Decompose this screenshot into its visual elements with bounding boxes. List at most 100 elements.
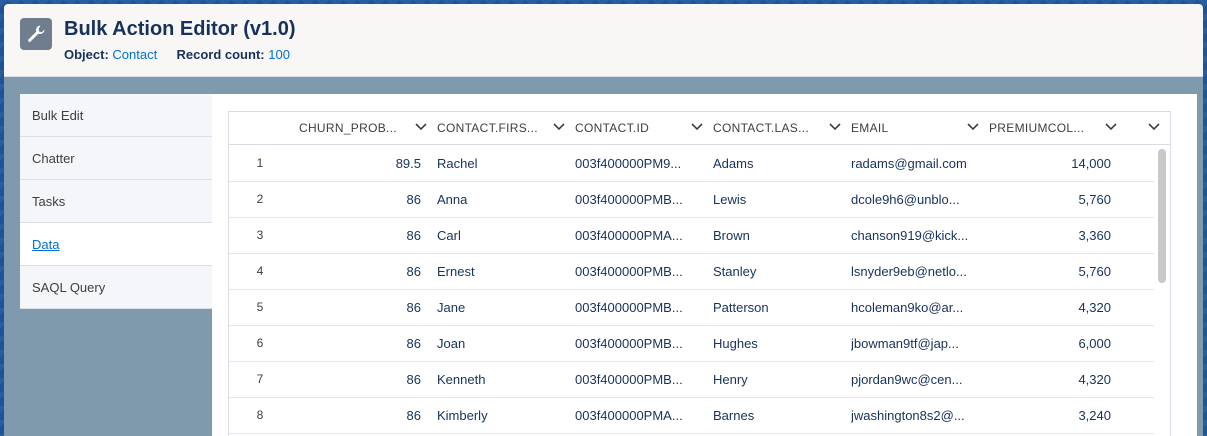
chevron-down-icon[interactable] [553, 123, 565, 131]
email-cell[interactable]: jbowman9tf@jap... [851, 325, 981, 361]
last-name-cell[interactable]: Henry [713, 361, 843, 397]
column-header-premium[interactable]: PREMIUMCOL... [989, 112, 1127, 144]
first-name-cell[interactable]: Ernest [437, 253, 567, 289]
row-index: 2 [256, 192, 264, 206]
record-count-label: Record count: [176, 47, 265, 62]
email-cell[interactable]: pjordan9wc@cen... [851, 361, 981, 397]
row-index: 4 [256, 264, 264, 278]
last-name-cell[interactable]: Barnes [713, 397, 843, 433]
sidebar-item-tasks[interactable]: Tasks [20, 180, 212, 223]
last-name-cell[interactable]: Stanley [713, 253, 843, 289]
row-index: 8 [256, 408, 264, 422]
churn-prob-cell[interactable]: 86 [299, 325, 421, 361]
last-name-cell[interactable]: Hughes [713, 325, 843, 361]
first-name-cell[interactable]: Anna [437, 181, 567, 217]
churn-prob-cell[interactable]: 86 [299, 253, 421, 289]
table-row[interactable]: 1 89.5 Rachel 003f400000PM9... Adams radams@g… [229, 145, 1154, 182]
page-header: Bulk Action Editor (v1.0) Object: Contac… [4, 4, 1203, 77]
chevron-down-icon[interactable] [691, 123, 703, 131]
table-row[interactable]: 4 86 Ernest 003f400000PMB... Stanley lsnyder9… [229, 253, 1154, 290]
sidebar-item-chatter[interactable]: Chatter [20, 137, 212, 180]
churn-prob-cell[interactable]: 86 [299, 397, 421, 433]
last-name-cell[interactable]: Patterson [713, 289, 843, 325]
column-header-churn[interactable]: CHURN_PROB... [299, 112, 437, 144]
first-name-cell[interactable]: Joan [437, 325, 567, 361]
contact-id-cell[interactable]: 003f400000PM9... [575, 145, 705, 181]
column-header-overflow[interactable] [1127, 112, 1170, 144]
table-row[interactable]: 7 86 Kenneth 003f400000PMB... Henry pjordan9w… [229, 361, 1154, 398]
email-cell[interactable]: dcole9h6@unblo... [851, 181, 981, 217]
last-name-cell[interactable]: Brown [713, 217, 843, 253]
content-panel: CHURN_PROB... CONTACT.FIRS... CONTACT.ID… [212, 94, 1197, 436]
contact-id-cell[interactable]: 003f400000PMA... [575, 217, 705, 253]
churn-prob-cell[interactable]: 86 [299, 289, 421, 325]
churn-prob-cell[interactable]: 89.5 [299, 145, 421, 181]
first-name-cell[interactable]: Kenneth [437, 361, 567, 397]
sidebar-item-saql-query[interactable]: SAQL Query [20, 266, 212, 309]
contact-id-cell[interactable]: 003f400000PMA... [575, 397, 705, 433]
last-name-cell[interactable]: Lewis [713, 181, 843, 217]
row-index: 6 [256, 336, 264, 350]
scrollbar-thumb[interactable] [1158, 149, 1166, 283]
row-index: 3 [256, 228, 264, 242]
premium-cell[interactable]: 5,760 [989, 181, 1111, 217]
app-window: Bulk Action Editor (v1.0) Object: Contac… [4, 4, 1203, 436]
column-header-label: CONTACT.ID [575, 121, 650, 135]
premium-cell[interactable]: 3,360 [989, 217, 1111, 253]
email-cell[interactable]: jwashington8s2@... [851, 397, 981, 433]
chevron-down-icon[interactable] [829, 123, 841, 131]
premium-cell[interactable]: 6,000 [989, 325, 1111, 361]
premium-cell[interactable]: 4,320 [989, 289, 1111, 325]
sidebar-item-data[interactable]: Data [20, 223, 212, 266]
churn-prob-cell[interactable]: 86 [299, 361, 421, 397]
table-row[interactable]: 3 86 Carl 003f400000PMA... Brown chanson919@k… [229, 217, 1154, 254]
column-header-first-name[interactable]: CONTACT.FIRS... [437, 112, 575, 144]
column-header-label: EMAIL [851, 121, 889, 135]
grid-header: CHURN_PROB... CONTACT.FIRS... CONTACT.ID… [229, 112, 1170, 145]
chevron-down-icon[interactable] [967, 123, 979, 131]
row-index: 1 [256, 156, 264, 170]
column-header-label: PREMIUMCOL... [989, 121, 1085, 135]
table-row[interactable]: 8 86 Kimberly 003f400000PMA... Barnes jwashin… [229, 397, 1154, 434]
churn-prob-cell[interactable]: 86 [299, 217, 421, 253]
first-name-cell[interactable]: Kimberly [437, 397, 567, 433]
object-link[interactable]: Contact [112, 47, 157, 62]
contact-id-cell[interactable]: 003f400000PMB... [575, 325, 705, 361]
email-cell[interactable]: chanson919@kick... [851, 217, 981, 253]
premium-cell[interactable]: 4,320 [989, 361, 1111, 397]
record-count-link[interactable]: 100 [268, 47, 290, 62]
column-header-last-name[interactable]: CONTACT.LAS... [713, 112, 851, 144]
premium-cell[interactable]: 5,760 [989, 253, 1111, 289]
first-name-cell[interactable]: Jane [437, 289, 567, 325]
table-row[interactable]: 2 86 Anna 003f400000PMB... Lewis dcole9h6@unb… [229, 181, 1154, 218]
last-name-cell[interactable]: Adams [713, 145, 843, 181]
row-index: 7 [256, 372, 264, 386]
sidebar-nav: Bulk Edit Chatter Tasks Data SAQL Query [20, 94, 212, 316]
object-label: Object: [64, 47, 109, 62]
sidebar-item-bulk-edit[interactable]: Bulk Edit [20, 94, 212, 137]
contact-id-cell[interactable]: 003f400000PMB... [575, 361, 705, 397]
chevron-down-icon[interactable] [415, 123, 427, 131]
data-grid: CHURN_PROB... CONTACT.FIRS... CONTACT.ID… [228, 111, 1171, 436]
email-cell[interactable]: lsnyder9eb@netlo... [851, 253, 981, 289]
contact-id-cell[interactable]: 003f400000PMB... [575, 253, 705, 289]
wrench-icon [20, 18, 52, 50]
premium-cell[interactable]: 3,240 [989, 397, 1111, 433]
first-name-cell[interactable]: Rachel [437, 145, 567, 181]
contact-id-cell[interactable]: 003f400000PMB... [575, 289, 705, 325]
chevron-down-icon[interactable] [1105, 123, 1117, 131]
vertical-scrollbar[interactable] [1154, 145, 1170, 436]
table-row[interactable]: 5 86 Jane 003f400000PMB... Patterson hcoleman… [229, 289, 1154, 326]
premium-cell[interactable]: 14,000 [989, 145, 1111, 181]
churn-prob-cell[interactable]: 86 [299, 181, 421, 217]
column-header-email[interactable]: EMAIL [851, 112, 989, 144]
column-header-contact-id[interactable]: CONTACT.ID [575, 112, 713, 144]
table-row[interactable]: 6 86 Joan 003f400000PMB... Hughes jbowman9tf@… [229, 325, 1154, 362]
column-header-label: CONTACT.LAS... [713, 121, 809, 135]
contact-id-cell[interactable]: 003f400000PMB... [575, 181, 705, 217]
email-cell[interactable]: radams@gmail.com [851, 145, 981, 181]
first-name-cell[interactable]: Carl [437, 217, 567, 253]
chevron-down-icon[interactable] [1148, 123, 1160, 131]
column-header-label: CHURN_PROB... [299, 121, 397, 135]
email-cell[interactable]: hcoleman9ko@ar... [851, 289, 981, 325]
